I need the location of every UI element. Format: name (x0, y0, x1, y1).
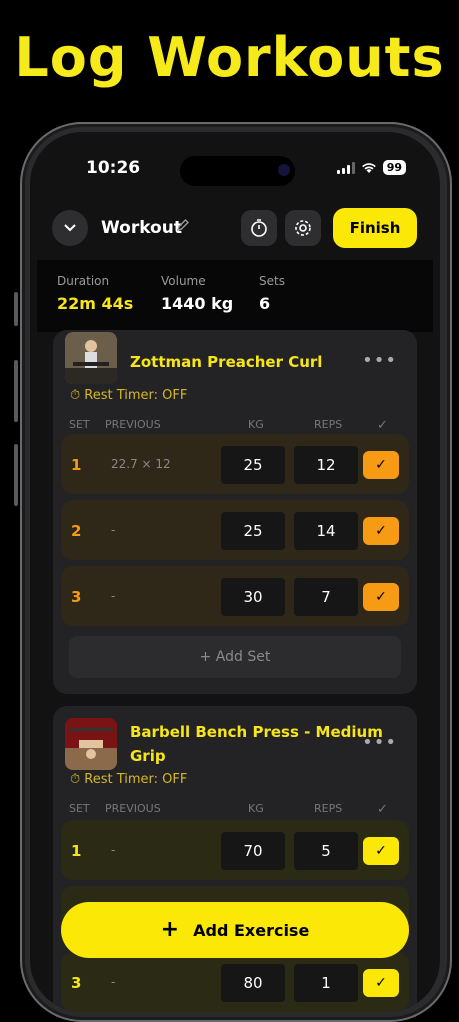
timer-button[interactable] (241, 210, 277, 246)
col-set: SET (69, 802, 90, 815)
exercise-title[interactable]: Barbell Bench Press - Medium Grip (130, 720, 383, 768)
check-icon: ✓ (375, 589, 387, 605)
app-screen: 10:26 99 Workout Finish Duration 22m 44s… (30, 132, 440, 1012)
rest-timer[interactable]: ⏱ Rest Timer: OFF (70, 388, 187, 403)
battery-icon: 99 (382, 160, 406, 175)
more-options-icon[interactable]: ••• (362, 350, 397, 371)
duration-value: 22m 44s (57, 294, 134, 313)
rest-timer-label: Rest Timer: OFF (84, 388, 188, 403)
phone-volume-up-button (14, 360, 18, 422)
set-number: 1 (71, 456, 82, 474)
more-options-icon[interactable]: ••• (362, 732, 397, 753)
col-previous: PREVIOUS (105, 418, 161, 431)
check-icon: ✓ (375, 523, 387, 539)
previous-value[interactable]: - (111, 975, 115, 989)
check-header-icon: ✓ (377, 418, 388, 433)
col-reps: REPS (314, 418, 343, 431)
col-kg: KG (248, 418, 264, 431)
kg-input[interactable]: 25 (221, 446, 285, 484)
wifi-icon (361, 162, 376, 173)
previous-value[interactable]: - (111, 843, 115, 857)
rest-timer[interactable]: ⏱ Rest Timer: OFF (70, 772, 187, 787)
collapse-button[interactable] (52, 210, 88, 246)
reps-input[interactable]: 5 (294, 832, 358, 870)
exercise-title[interactable]: Zottman Preacher Curl (130, 350, 322, 374)
bench-press-image (65, 718, 117, 770)
col-kg: KG (248, 802, 264, 815)
set-complete-checkbox[interactable]: ✓ (363, 517, 399, 545)
set-number: 1 (71, 842, 82, 860)
timer-icon: ⏱ (70, 772, 81, 787)
add-set-button[interactable]: + Add Set (69, 636, 401, 678)
set-row: 2 - 25 14 ✓ (61, 500, 409, 560)
sets-stat: Sets 6 (259, 274, 285, 313)
finish-button[interactable]: Finish (333, 208, 417, 248)
timer-icon: ⏱ (70, 388, 81, 403)
phone-volume-down-button (14, 444, 18, 506)
reps-input[interactable]: 7 (294, 578, 358, 616)
exercise-thumbnail[interactable] (65, 718, 117, 770)
pencil-icon[interactable] (176, 218, 190, 232)
set-number: 3 (71, 974, 82, 992)
reps-input[interactable]: 1 (294, 964, 358, 1002)
phone-action-button (14, 292, 18, 326)
status-time: 10:26 (86, 158, 141, 178)
set-complete-checkbox[interactable]: ✓ (363, 837, 399, 865)
kg-input[interactable]: 80 (221, 964, 285, 1002)
rest-timer-label: Rest Timer: OFF (84, 772, 188, 787)
set-row: 1 22.7 × 12 25 12 ✓ (61, 434, 409, 494)
set-row: 3 - 30 7 ✓ (61, 566, 409, 626)
duration-label: Duration (57, 274, 110, 288)
settings-button[interactable] (285, 210, 321, 246)
status-icons: 99 (336, 160, 406, 175)
reps-input[interactable]: 14 (294, 512, 358, 550)
workout-title[interactable]: Workout (101, 218, 182, 238)
check-header-icon: ✓ (377, 802, 388, 817)
add-exercise-button[interactable]: + Add Exercise (61, 902, 409, 958)
set-number: 3 (71, 588, 82, 606)
volume-label: Volume (161, 274, 206, 288)
set-complete-checkbox[interactable]: ✓ (363, 969, 399, 997)
col-set: SET (69, 418, 90, 431)
stopwatch-icon (251, 219, 267, 237)
exercise-title-line1: Barbell Bench Press - Medium (130, 723, 383, 741)
signal-icon (336, 161, 355, 174)
preacher-curl-image (65, 332, 117, 384)
camera-dot (278, 164, 290, 176)
set-complete-checkbox[interactable]: ✓ (363, 583, 399, 611)
exercise-card: Barbell Bench Press - Medium Grip ••• ⏱ … (53, 706, 417, 1012)
set-number: 2 (71, 522, 82, 540)
workout-stats: Duration 22m 44s Volume 1440 kg Sets 6 (37, 260, 433, 332)
set-complete-checkbox[interactable]: ✓ (363, 451, 399, 479)
chevron-down-icon (64, 224, 76, 232)
sets-value: 6 (259, 294, 271, 313)
sets-label: Sets (259, 274, 285, 288)
previous-value[interactable]: - (111, 523, 115, 537)
col-previous: PREVIOUS (105, 802, 161, 815)
check-icon: ✓ (375, 843, 387, 859)
promo-headline: Log Workouts (14, 26, 445, 89)
workout-header: Workout Finish (30, 208, 440, 252)
check-icon: ✓ (375, 457, 387, 473)
exercise-title-line2: Grip (130, 747, 166, 765)
previous-value[interactable]: - (111, 589, 115, 603)
gear-icon (295, 220, 311, 236)
exercise-card: Zottman Preacher Curl ••• ⏱ Rest Timer: … (53, 330, 417, 694)
set-row: 1 - 70 5 ✓ (61, 820, 409, 880)
set-row: 3 - 80 1 ✓ (61, 952, 409, 1012)
volume-stat: Volume 1440 kg (161, 274, 233, 313)
kg-input[interactable]: 30 (221, 578, 285, 616)
reps-input[interactable]: 12 (294, 446, 358, 484)
duration-stat: Duration 22m 44s (57, 274, 133, 313)
kg-input[interactable]: 25 (221, 512, 285, 550)
check-icon: ✓ (375, 975, 387, 991)
exercise-thumbnail[interactable] (65, 332, 117, 384)
volume-value: 1440 kg (161, 294, 234, 313)
previous-value[interactable]: 22.7 × 12 (111, 457, 171, 471)
kg-input[interactable]: 70 (221, 832, 285, 870)
plus-icon: + (160, 917, 180, 942)
add-exercise-label: Add Exercise (193, 920, 310, 940)
col-reps: REPS (314, 802, 343, 815)
